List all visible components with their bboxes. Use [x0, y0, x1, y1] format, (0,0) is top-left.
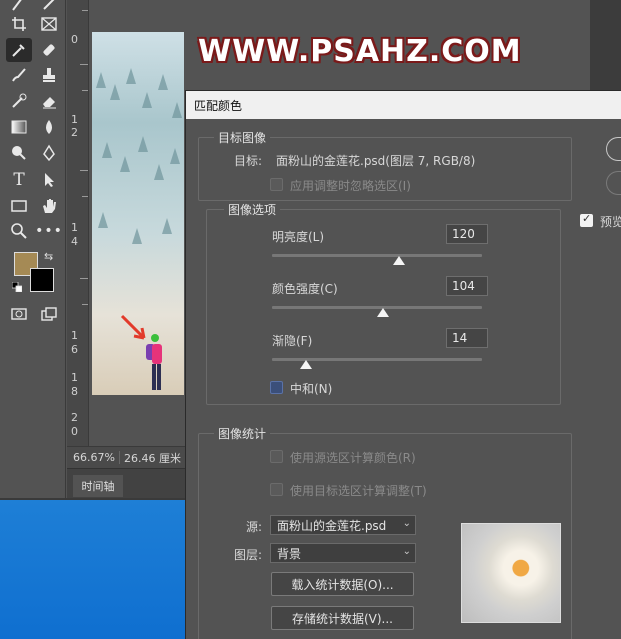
fade-label: 渐隐(F): [272, 334, 313, 348]
luminance-slider-track[interactable]: [272, 254, 482, 257]
layer-label: 图层:: [234, 548, 263, 562]
use-source-selection-label: 使用源选区计算颜色(R): [290, 451, 416, 465]
dodge-tool-icon[interactable]: [6, 141, 32, 165]
swap-colors-icon[interactable]: ⇆: [44, 250, 53, 263]
zoom-tool-icon[interactable]: [6, 219, 32, 243]
chevron-down-icon: ⌄: [402, 546, 411, 557]
type-tool-icon[interactable]: T: [6, 168, 32, 192]
preview-label: 预览: [600, 215, 621, 229]
photoshop-window: T ••• ⇆ 0 1 2 1 4 1 6 1 8 2 0 WWW.PSAHZ.…: [0, 0, 621, 639]
background-color-swatch[interactable]: [30, 268, 54, 292]
ignore-selection-label: 应用调整时忽略选区(I): [290, 179, 411, 193]
chevron-down-icon: ⌄: [402, 518, 411, 529]
healing-brush-tool-icon[interactable]: [36, 38, 62, 62]
watermark-banner: WWW.PSAHZ.COM: [198, 34, 522, 69]
source-label: 源:: [246, 520, 263, 534]
clone-stamp-tool-icon[interactable]: [36, 63, 62, 87]
intensity-label: 颜色强度(C): [272, 282, 338, 296]
source-thumbnail: [461, 523, 561, 623]
luminance-slider-thumb[interactable]: [393, 256, 405, 265]
tab-timeline[interactable]: 时间轴: [73, 475, 123, 497]
rectangle-tool-icon[interactable]: [6, 194, 32, 218]
status-bar: 66.67% 26.46 厘米 ×: [67, 446, 194, 468]
hiker-figure: [146, 334, 162, 390]
pen-tool-icon[interactable]: [36, 141, 62, 165]
match-color-dialog: 匹配颜色 目标图像 目标: 面粉山的金莲花.psd(图层 7, RGB/8) 应…: [185, 90, 621, 639]
zoom-level[interactable]: 66.67%: [67, 451, 120, 464]
layer-value: 背景: [277, 546, 302, 561]
options-group-title: 图像选项: [224, 201, 281, 218]
layer-select[interactable]: 背景 ⌄: [270, 543, 416, 563]
eraser-tool-icon[interactable]: [36, 89, 62, 113]
ruler-label: 1: [71, 329, 78, 342]
luminance-label: 明亮度(L): [272, 230, 325, 244]
fade-slider-thumb[interactable]: [300, 360, 312, 369]
default-colors-icon[interactable]: [12, 282, 22, 292]
ruler-label: 2: [71, 126, 78, 139]
ruler-label: 1: [71, 113, 78, 126]
load-statistics-button[interactable]: 载入统计数据(O)...: [271, 572, 414, 596]
ruler-label: 6: [71, 343, 78, 356]
right-panel-edge: [590, 0, 621, 90]
ruler-label: 4: [71, 235, 78, 248]
target-label: 目标:: [234, 154, 263, 168]
brush-tool-icon[interactable]: [6, 63, 32, 87]
use-target-selection-checkbox[interactable]: [270, 483, 283, 496]
ok-button[interactable]: [606, 137, 621, 161]
desktop-background: [0, 500, 185, 639]
use-source-selection-checkbox[interactable]: [270, 450, 283, 463]
ruler-label: 1: [71, 221, 78, 234]
vertical-ruler: 0 1 2 1 4 1 6 1 8 2 0: [67, 0, 89, 446]
ruler-label: 0: [71, 33, 78, 46]
luminance-input[interactable]: 120: [446, 224, 488, 244]
intensity-slider-thumb[interactable]: [377, 308, 389, 317]
ruler-label: 2: [71, 411, 78, 424]
intensity-input[interactable]: 104: [446, 276, 488, 296]
toolbox: T ••• ⇆: [0, 0, 66, 500]
neutralize-label: 中和(N): [290, 382, 333, 396]
use-target-selection-label: 使用目标选区计算调整(T): [290, 484, 427, 498]
fade-input[interactable]: 14: [446, 328, 488, 348]
save-statistics-button[interactable]: 存储统计数据(V)...: [271, 606, 414, 630]
ignore-selection-checkbox[interactable]: [270, 178, 283, 191]
crop-tool-icon[interactable]: [6, 12, 32, 36]
ruler-label: 1: [71, 371, 78, 384]
source-value: 面粉山的金莲花.psd: [277, 518, 387, 533]
target-value: 面粉山的金莲花.psd(图层 7, RGB/8): [276, 154, 476, 168]
preview-checkbox[interactable]: [580, 212, 593, 227]
screen-mode-icon[interactable]: [36, 302, 62, 326]
source-select[interactable]: 面粉山的金莲花.psd ⌄: [270, 515, 416, 535]
history-brush-tool-icon[interactable]: [6, 89, 32, 113]
stats-group-title: 图像统计: [214, 425, 271, 442]
path-selection-tool-icon[interactable]: [36, 168, 62, 192]
timeline-panel: 时间轴: [67, 468, 185, 498]
frame-tool-icon[interactable]: [36, 12, 62, 36]
blur-tool-icon[interactable]: [36, 115, 62, 139]
target-group-title: 目标图像: [214, 129, 271, 146]
gradient-tool-icon[interactable]: [6, 115, 32, 139]
ruler-label: 8: [71, 385, 78, 398]
dialog-title: 匹配颜色: [186, 91, 621, 119]
hand-tool-icon[interactable]: [36, 194, 62, 218]
cancel-button[interactable]: [606, 171, 621, 195]
ruler-label: 0: [71, 425, 78, 438]
quick-mask-icon[interactable]: [6, 302, 32, 326]
more-tools-icon[interactable]: •••: [35, 219, 62, 243]
eyedropper-tool-icon[interactable]: [6, 38, 32, 62]
document-image: [92, 32, 184, 395]
document-size: 26.46 厘米 ×: [123, 451, 194, 465]
neutralize-checkbox[interactable]: [270, 381, 283, 394]
document-canvas[interactable]: [89, 0, 184, 446]
